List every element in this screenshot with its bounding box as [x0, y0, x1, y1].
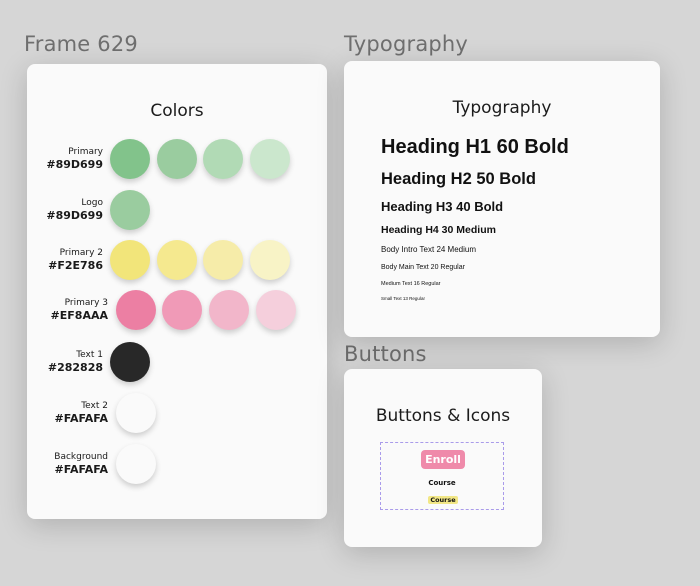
- typography-frame[interactable]: Typography Heading H1 60 Bold Heading H2…: [344, 61, 660, 337]
- typography-title: Typography: [452, 98, 552, 118]
- type-sample-h4: Heading H4 30 Medium: [381, 224, 496, 236]
- color-swatch[interactable]: [209, 290, 249, 330]
- color-label: Text 2 #FAFAFA: [54, 401, 108, 425]
- buttons-title: Buttons & Icons: [375, 406, 511, 426]
- type-sample-h2: Heading H2 50 Bold: [381, 170, 536, 188]
- color-name: Background: [54, 452, 108, 462]
- color-row-primary-3: Primary 3 #EF8AAA: [27, 290, 327, 334]
- color-label: Primary 3 #EF8AAA: [51, 298, 108, 322]
- buttons-frame[interactable]: Buttons & Icons Enroll Course Course: [344, 369, 542, 547]
- color-name: Text 2: [81, 401, 108, 411]
- color-swatch[interactable]: [110, 240, 150, 280]
- color-swatch[interactable]: [110, 190, 150, 230]
- color-name: Primary: [68, 147, 103, 157]
- frame-label-buttons[interactable]: Buttons: [344, 342, 427, 366]
- color-swatch[interactable]: [256, 290, 296, 330]
- color-hex: #FAFAFA: [54, 412, 108, 425]
- color-label: Text 1 #282828: [48, 350, 103, 374]
- color-swatch[interactable]: [250, 240, 290, 280]
- color-label: Primary 2 #F2E786: [48, 248, 103, 272]
- color-row-logo: Logo #89D699: [27, 190, 327, 234]
- color-label: Background #FAFAFA: [54, 452, 108, 476]
- color-row-text-2: Text 2 #FAFAFA: [27, 393, 327, 437]
- color-hex: #89D699: [46, 158, 103, 171]
- color-swatch[interactable]: [110, 342, 150, 382]
- color-row-primary: Primary #89D699: [27, 139, 327, 183]
- color-hex: #282828: [47, 361, 103, 374]
- course-tag[interactable]: Course: [428, 496, 458, 504]
- color-name: Primary 3: [64, 298, 108, 308]
- color-swatch[interactable]: [250, 139, 290, 179]
- color-swatch[interactable]: [203, 139, 243, 179]
- frame-label-colors[interactable]: Frame 629: [24, 32, 138, 56]
- type-sample-medium: Medium Text 16 Regular: [381, 281, 441, 287]
- colors-title: Colors: [150, 101, 204, 121]
- type-sample-body-main: Body Main Text 20 Regular: [381, 264, 465, 271]
- buttons-component-set[interactable]: Enroll Course Course: [380, 442, 504, 510]
- color-swatch[interactable]: [162, 290, 202, 330]
- color-row-background: Background #FAFAFA: [27, 444, 327, 488]
- color-hex: #89D699: [46, 209, 103, 222]
- type-sample-h3: Heading H3 40 Bold: [381, 199, 504, 214]
- color-swatch[interactable]: [203, 240, 243, 280]
- color-hex: #F2E786: [48, 259, 103, 272]
- color-swatch[interactable]: [116, 444, 156, 484]
- color-label: Primary #89D699: [46, 147, 103, 171]
- color-swatch[interactable]: [110, 139, 150, 179]
- course-text-link[interactable]: Course: [381, 479, 503, 487]
- color-swatch[interactable]: [157, 139, 197, 179]
- color-swatch[interactable]: [157, 240, 197, 280]
- type-sample-h1: Heading H1 60 Bold: [381, 136, 569, 158]
- color-label: Logo #89D699: [46, 198, 103, 222]
- color-hex: #FAFAFA: [54, 463, 108, 476]
- type-sample-body-intro: Body Intro Text 24 Medium: [381, 245, 477, 254]
- type-sample-small: Small Text 13 Regular: [381, 296, 425, 301]
- color-name: Logo: [81, 198, 103, 208]
- color-name: Text 1: [76, 350, 103, 360]
- colors-frame[interactable]: Colors Primary #89D699 Logo #89D699 Prim…: [27, 64, 327, 519]
- color-hex: #EF8AAA: [50, 309, 108, 322]
- color-swatch[interactable]: [116, 290, 156, 330]
- frame-label-typography[interactable]: Typography: [344, 32, 468, 56]
- color-name: Primary 2: [59, 248, 103, 258]
- color-row-primary-2: Primary 2 #F2E786: [27, 240, 327, 284]
- color-row-text-1: Text 1 #282828: [27, 342, 327, 386]
- enroll-button[interactable]: Enroll: [421, 450, 465, 469]
- color-swatch[interactable]: [116, 393, 156, 433]
